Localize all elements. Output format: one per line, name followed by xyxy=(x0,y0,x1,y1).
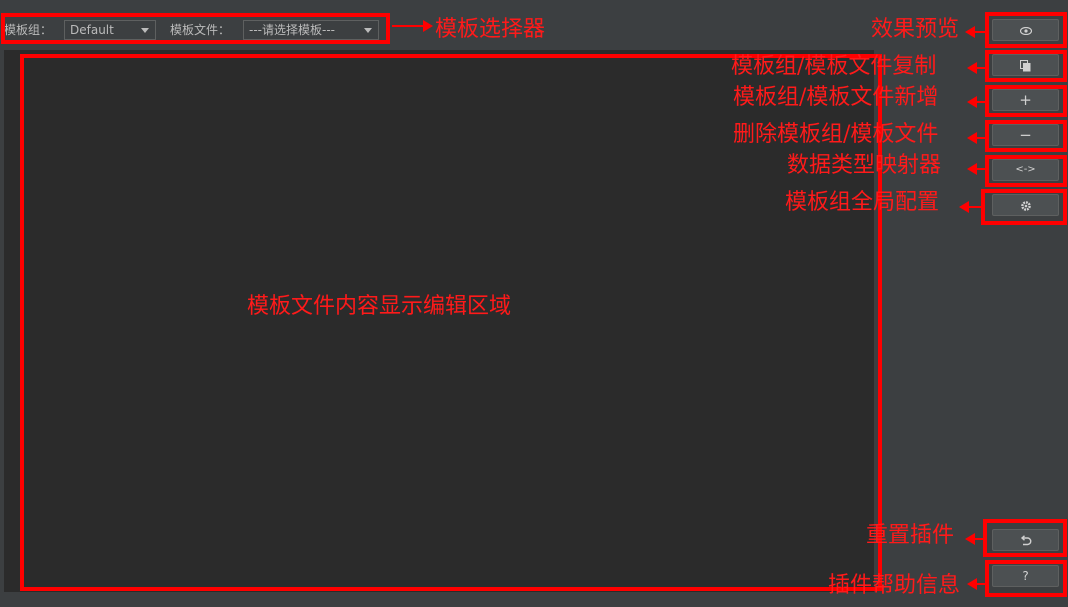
remove-highlight xyxy=(985,120,1067,152)
annotation-editor-area: 模板文件内容显示编辑区域 xyxy=(247,294,512,319)
template-selector-highlight xyxy=(1,13,390,44)
help-highlight xyxy=(985,560,1067,597)
arrow-left xyxy=(959,201,981,213)
annotation-preview: 效果预览 xyxy=(871,17,960,42)
add-highlight xyxy=(985,85,1067,117)
annotation-global-config: 模板组全局配置 xyxy=(785,190,940,215)
annotation-help: 插件帮助信息 xyxy=(828,573,961,598)
arrow-left xyxy=(967,62,985,74)
arrow-left xyxy=(965,533,983,545)
arrow-right xyxy=(392,20,433,32)
status-bar xyxy=(0,598,1068,607)
annotation-add: 模板组/模板文件新增 xyxy=(733,85,939,110)
annotation-remove: 删除模板组/模板文件 xyxy=(733,122,939,147)
annotation-template-selector: 模板选择器 xyxy=(435,17,546,42)
annotation-reset: 重置插件 xyxy=(866,523,955,548)
copy-highlight xyxy=(985,50,1067,82)
annotation-copy: 模板组/模板文件复制 xyxy=(731,54,937,79)
mapper-highlight xyxy=(985,155,1067,187)
arrow-left xyxy=(965,26,985,38)
global-config-highlight xyxy=(981,189,1067,225)
arrow-left xyxy=(967,96,985,108)
preview-highlight xyxy=(985,12,1067,48)
arrow-left xyxy=(967,132,985,144)
arrow-left xyxy=(967,163,985,175)
annotation-mapper: 数据类型映射器 xyxy=(787,153,942,178)
reset-highlight xyxy=(983,519,1067,557)
arrow-left xyxy=(967,578,985,590)
